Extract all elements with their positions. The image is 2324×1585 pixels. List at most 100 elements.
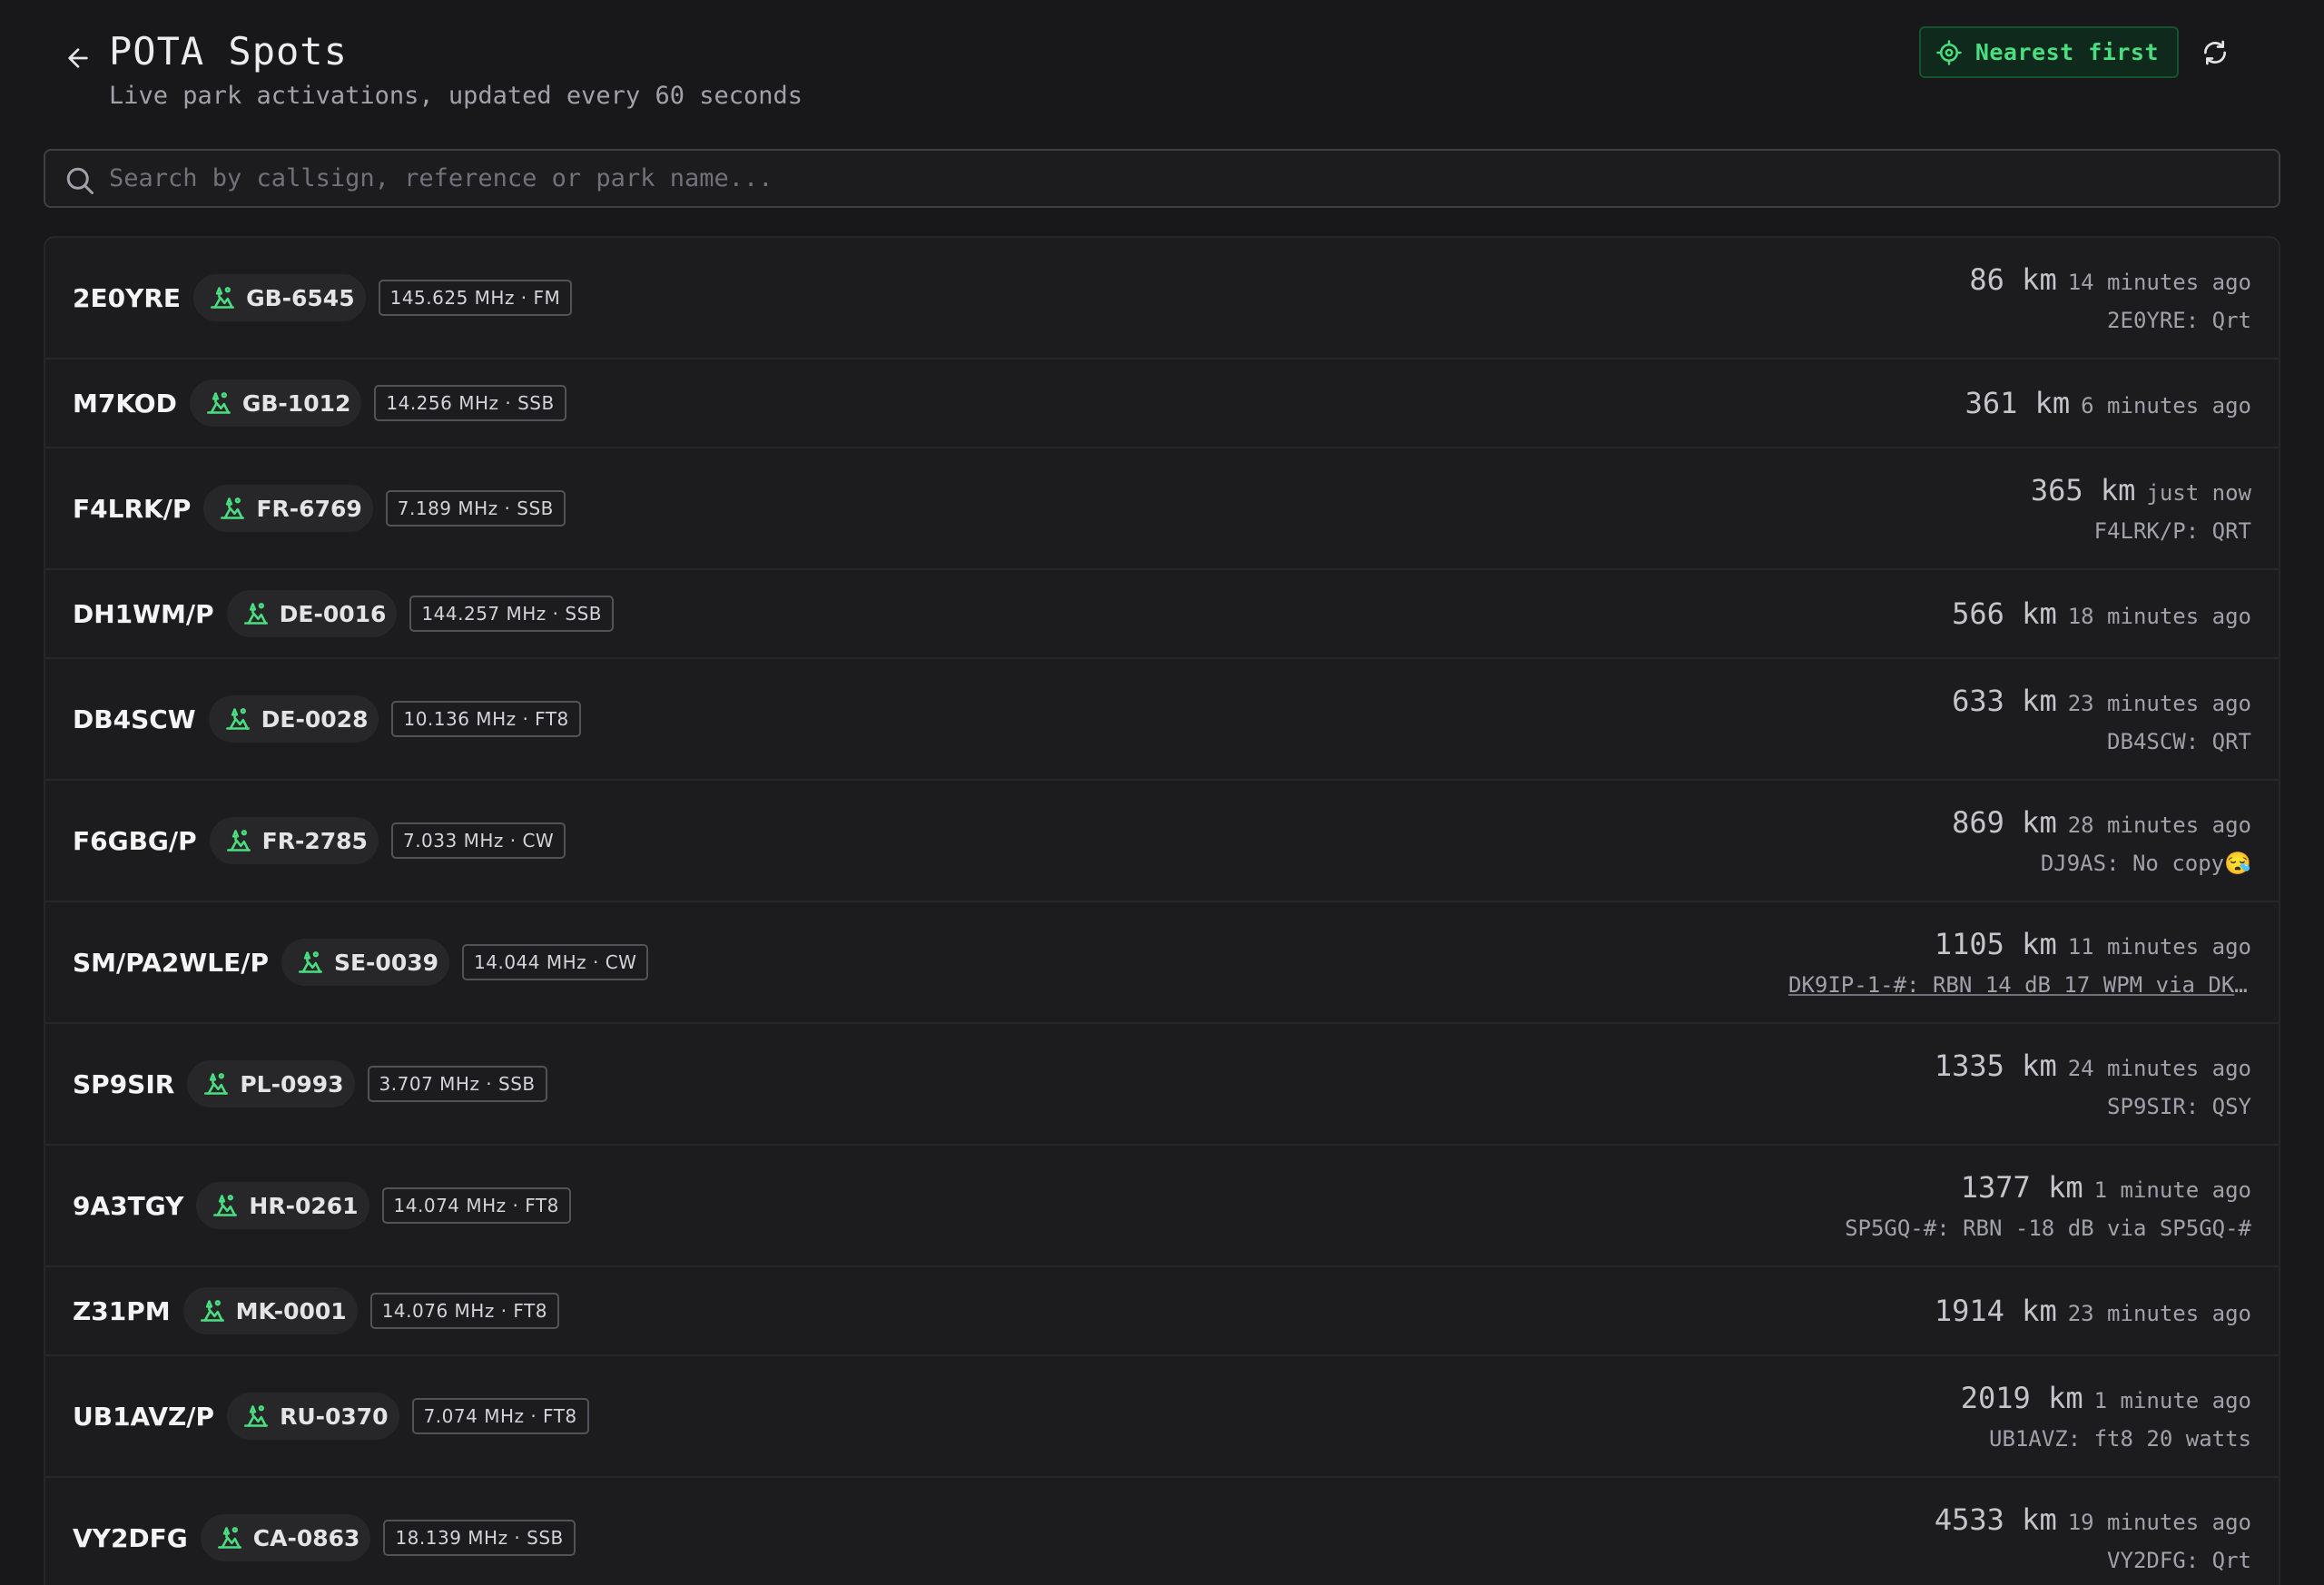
park-reference-badge[interactable]: DE-0028 <box>208 695 379 743</box>
spot-row[interactable]: DH1WM/P DE-0016 144.257 MHz · SSB 566 km… <box>45 570 2279 659</box>
spot-row[interactable]: M7KOD GB-1012 14.256 MHz · SSB 361 km 6 … <box>45 359 2279 448</box>
callsign[interactable]: SP9SIR <box>73 1069 174 1099</box>
park-tree-icon <box>213 1195 238 1216</box>
spot-comment: F4LRK/P: QRT <box>2093 518 2251 544</box>
callsign[interactable]: DB4SCW <box>73 704 196 734</box>
park-reference-badge[interactable]: PL-0993 <box>187 1060 355 1108</box>
spot-meta: 86 km 14 minutes ago 2E0YRE: Qrt <box>1969 238 2251 358</box>
callsign[interactable]: Z31PM <box>73 1296 171 1326</box>
frequency-mode-badge: 14.076 MHz · FT8 <box>369 1293 559 1329</box>
pota-spots-page: POTA Spots Live park activations, update… <box>0 0 2324 1585</box>
callsign[interactable]: M7KOD <box>73 389 177 418</box>
distance: 361 km <box>1965 386 2071 420</box>
park-reference-badge[interactable]: CA-0863 <box>200 1514 371 1561</box>
distance: 1335 km <box>1934 1048 2057 1083</box>
distance: 2019 km <box>1960 1381 2083 1415</box>
distance: 633 km <box>1952 684 2057 718</box>
spot-time: 24 minutes ago <box>2067 1056 2251 1081</box>
frequency-mode-badge: 3.707 MHz · SSB <box>367 1066 547 1102</box>
spot-row[interactable]: UB1AVZ/P RU-0370 7.074 MHz · FT8 2019 km… <box>45 1356 2279 1478</box>
spot-comment: DJ9AS: No copy😪 <box>2040 851 2251 876</box>
park-reference: GB-1012 <box>241 389 351 417</box>
search-input[interactable] <box>109 164 2279 192</box>
park-reference: HR-0261 <box>249 1192 359 1219</box>
spot-row[interactable]: Z31PM MK-0001 14.076 MHz · FT8 1914 km 2… <box>45 1267 2279 1356</box>
spot-row[interactable]: VY2DFG CA-0863 18.139 MHz · SSB 4533 km … <box>45 1478 2279 1585</box>
frequency-mode-badge: 14.256 MHz · SSB <box>374 385 566 421</box>
spot-row[interactable]: DB4SCW DE-0028 10.136 MHz · FT8 633 km 2… <box>45 659 2279 781</box>
park-tree-icon <box>299 951 322 973</box>
spot-row[interactable]: 9A3TGY HR-0261 14.074 MHz · FT8 1377 km … <box>45 1146 2279 1267</box>
frequency-mode-badge: 144.257 MHz · SSB <box>409 596 614 632</box>
nearest-first-label: Nearest first <box>1974 39 2159 65</box>
park-reference-badge[interactable]: MK-0001 <box>182 1287 358 1334</box>
park-tree-icon <box>226 830 251 852</box>
spot-comment: 2E0YRE: Qrt <box>2107 308 2251 333</box>
search-icon <box>66 167 94 194</box>
spot-row[interactable]: F4LRK/P FR-6769 7.189 MHz · SSB 365 km j… <box>45 448 2279 570</box>
back-button[interactable] <box>54 34 102 82</box>
park-tree-icon <box>206 392 231 414</box>
spot-comment[interactable]: DK9IP-1-#: RBN 14 dB 17 WPM via DK9IP-1-… <box>1788 972 2251 998</box>
callsign[interactable]: 9A3TGY <box>73 1191 183 1221</box>
spot-time: 23 minutes ago <box>2067 1301 2251 1326</box>
spot-row[interactable]: F6GBG/P FR-2785 7.033 MHz · CW 869 km 28… <box>45 781 2279 902</box>
spot-comment: DB4SCW: QRT <box>2107 729 2251 754</box>
spot-time: 18 minutes ago <box>2067 604 2251 629</box>
distance: 86 km <box>1969 262 2057 297</box>
refresh-button[interactable] <box>2193 31 2237 74</box>
spot-row[interactable]: SP9SIR PL-0993 3.707 MHz · SSB 1335 km 2… <box>45 1024 2279 1146</box>
frequency-mode-badge: 14.074 MHz · FT8 <box>381 1187 571 1224</box>
park-reference-badge[interactable]: FR-6769 <box>203 485 373 532</box>
frequency-mode-badge: 145.625 MHz · FM <box>378 280 573 316</box>
distance: 365 km <box>2030 473 2136 507</box>
nearest-first-button[interactable]: Nearest first <box>1918 26 2179 78</box>
page-title: POTA Spots <box>109 29 348 74</box>
park-reference-badge[interactable]: DE-0016 <box>226 590 398 637</box>
park-tree-icon <box>211 287 235 309</box>
callsign[interactable]: UB1AVZ/P <box>73 1402 214 1432</box>
park-reference-badge[interactable]: RU-0370 <box>227 1393 399 1440</box>
park-reference: GB-6545 <box>246 284 355 311</box>
callsign[interactable]: DH1WM/P <box>73 599 214 629</box>
callsign[interactable]: F4LRK/P <box>73 494 191 524</box>
spot-meta: 1914 km 23 minutes ago <box>1935 1267 2251 1354</box>
spot-time: 1 minute ago <box>2093 1388 2251 1413</box>
park-tree-icon <box>225 708 250 730</box>
park-tree-icon <box>204 1073 229 1095</box>
park-reference-badge[interactable]: HR-0261 <box>196 1182 369 1229</box>
park-tree-icon <box>243 603 268 625</box>
spot-row[interactable]: 2E0YRE GB-6545 145.625 MHz · FM 86 km 14… <box>45 238 2279 359</box>
park-reference: MK-0001 <box>235 1297 347 1324</box>
callsign[interactable]: VY2DFG <box>73 1523 188 1553</box>
park-tree-icon <box>200 1300 224 1322</box>
callsign[interactable]: SM/PA2WLE/P <box>73 948 269 978</box>
spot-comment: UB1AVZ: ft8 20 watts <box>1989 1426 2251 1452</box>
park-reference-badge[interactable]: GB-1012 <box>189 379 362 427</box>
spot-row[interactable]: SM/PA2WLE/P SE-0039 14.044 MHz · CW 1105… <box>45 902 2279 1024</box>
callsign[interactable]: 2E0YRE <box>73 283 181 313</box>
refresh-icon <box>2204 40 2226 65</box>
spot-meta: 2019 km 1 minute ago UB1AVZ: ft8 20 watt… <box>1961 1356 2251 1476</box>
distance: 4533 km <box>1934 1502 2057 1537</box>
park-reference: RU-0370 <box>280 1403 389 1430</box>
callsign[interactable]: F6GBG/P <box>73 826 197 856</box>
park-reference-badge[interactable]: GB-6545 <box>193 274 366 321</box>
page-subtitle: Live park activations, updated every 60 … <box>109 82 803 110</box>
park-reference: DE-0028 <box>261 705 369 733</box>
crosshair-icon <box>1936 39 1962 65</box>
spot-time: 19 minutes ago <box>2067 1510 2251 1535</box>
park-reference-badge[interactable]: FR-2785 <box>209 817 379 864</box>
spot-meta: 633 km 23 minutes ago DB4SCW: QRT <box>1952 659 2251 779</box>
park-reference-badge[interactable]: SE-0039 <box>281 939 450 986</box>
spot-time: just now <box>2146 480 2251 506</box>
frequency-mode-badge: 7.189 MHz · SSB <box>385 490 566 527</box>
distance: 869 km <box>1952 805 2057 840</box>
park-reference: SE-0039 <box>333 949 439 976</box>
spot-comment: VY2DFG: Qrt <box>2107 1548 2251 1573</box>
spot-time: 28 minutes ago <box>2067 812 2251 838</box>
spot-meta: 1377 km 1 minute ago SP5GQ-#: RBN -18 dB… <box>1845 1146 2251 1265</box>
spot-meta: 361 km 6 minutes ago <box>1965 359 2251 447</box>
spot-time: 23 minutes ago <box>2067 691 2251 716</box>
park-tree-icon <box>217 1527 241 1549</box>
